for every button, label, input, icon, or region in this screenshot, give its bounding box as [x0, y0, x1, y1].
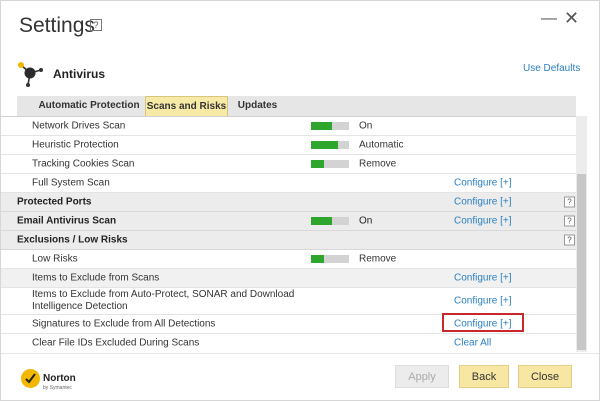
section-row-protected-ports: Protected Ports Configure [+] ?	[1, 193, 576, 212]
setting-label: Heuristic Protection	[32, 139, 119, 151]
tab-updates[interactable]: Updates	[230, 96, 285, 116]
help-icon[interactable]: ?	[564, 196, 575, 208]
setting-row-heuristic-protection: Heuristic Protection Automatic	[1, 136, 576, 155]
setting-label: Network Drives Scan	[32, 120, 126, 132]
setting-row-network-drives-scan: Network Drives Scan On	[1, 117, 576, 136]
section-row-exclusions-low-risks: Exclusions / Low Risks ?	[1, 231, 576, 250]
configure-link[interactable]: Configure [+]	[454, 273, 512, 284]
minimize-icon[interactable]: —	[541, 10, 557, 28]
norton-logo-subtext: by Symantec	[43, 385, 72, 391]
toggle-value: Remove	[359, 253, 397, 265]
use-defaults-link[interactable]: Use Defaults	[523, 63, 580, 74]
footer-divider	[1, 353, 599, 354]
setting-row-full-system-scan: Full System Scan Configure [+]	[1, 174, 576, 193]
setting-label: Clear File IDs Excluded During Scans	[32, 337, 200, 349]
tab-bar: Automatic Protection Scans and Risks Upd…	[17, 96, 576, 116]
close-window-icon[interactable]: ✕	[564, 8, 579, 29]
toggle-value: On	[359, 215, 373, 227]
help-icon[interactable]: ?	[90, 19, 102, 31]
setting-label: Tracking Cookies Scan	[32, 158, 135, 170]
toggle-value: Remove	[359, 158, 397, 170]
settings-list: Network Drives Scan On Heuristic Protect…	[1, 116, 576, 352]
help-icon[interactable]: ?	[564, 234, 575, 246]
toggle-slider[interactable]	[311, 217, 349, 225]
section-label: Exclusions / Low Risks	[17, 234, 128, 246]
help-icon[interactable]: ?	[564, 215, 575, 227]
setting-label: Items to Exclude from Scans	[32, 272, 160, 284]
section-row-email-antivirus-scan: Email Antivirus Scan On Configure [+] ?	[1, 212, 576, 231]
scrollbar-thumb[interactable]	[577, 174, 586, 350]
close-button[interactable]: Close	[518, 365, 572, 388]
antivirus-satellite-icon	[17, 57, 43, 87]
highlight-box	[442, 313, 524, 332]
settings-window: Settings ? — ✕ Antivirus Use Defaults Au…	[0, 0, 600, 401]
norton-logo-text: Norton	[43, 373, 76, 384]
setting-label: Items to Exclude from Auto-Protect, SONA…	[32, 289, 295, 312]
toggle-slider[interactable]	[311, 255, 349, 263]
setting-label: Low Risks	[32, 253, 78, 265]
toggle-value: Automatic	[359, 139, 404, 151]
tab-automatic-protection[interactable]: Automatic Protection	[34, 96, 144, 116]
configure-link[interactable]: Configure [+]	[454, 296, 512, 307]
norton-checkmark-icon	[21, 369, 40, 388]
setting-row-items-to-exclude-from-scans: Items to Exclude from Scans Configure [+…	[1, 269, 576, 288]
scrollbar[interactable]	[576, 116, 587, 352]
setting-row-tracking-cookies-scan: Tracking Cookies Scan Remove	[1, 155, 576, 174]
toggle-slider[interactable]	[311, 160, 349, 168]
configure-link[interactable]: Configure [+]	[454, 216, 512, 227]
setting-row-low-risks: Low Risks Remove	[1, 250, 576, 269]
tab-scans-and-risks[interactable]: Scans and Risks	[145, 96, 228, 116]
setting-row-items-to-exclude-auto-protect: Items to Exclude from Auto-Protect, SONA…	[1, 288, 576, 315]
window-title: Settings	[19, 14, 95, 37]
setting-label: Full System Scan	[32, 177, 110, 189]
apply-button[interactable]: Apply	[395, 365, 449, 388]
toggle-slider[interactable]	[311, 141, 349, 149]
toggle-value: On	[359, 120, 373, 132]
configure-link[interactable]: Configure [+]	[454, 178, 512, 189]
configure-link[interactable]: Configure [+]	[454, 197, 512, 208]
section-title: Antivirus	[53, 67, 106, 81]
setting-label: Signatures to Exclude from All Detection…	[32, 318, 216, 330]
back-button[interactable]: Back	[459, 365, 509, 388]
section-label: Protected Ports	[17, 196, 92, 208]
toggle-slider[interactable]	[311, 122, 349, 130]
setting-row-clear-file-ids: Clear File IDs Excluded During Scans Cle…	[1, 334, 576, 352]
clear-all-link[interactable]: Clear All	[454, 338, 491, 349]
section-label: Email Antivirus Scan	[17, 215, 117, 227]
